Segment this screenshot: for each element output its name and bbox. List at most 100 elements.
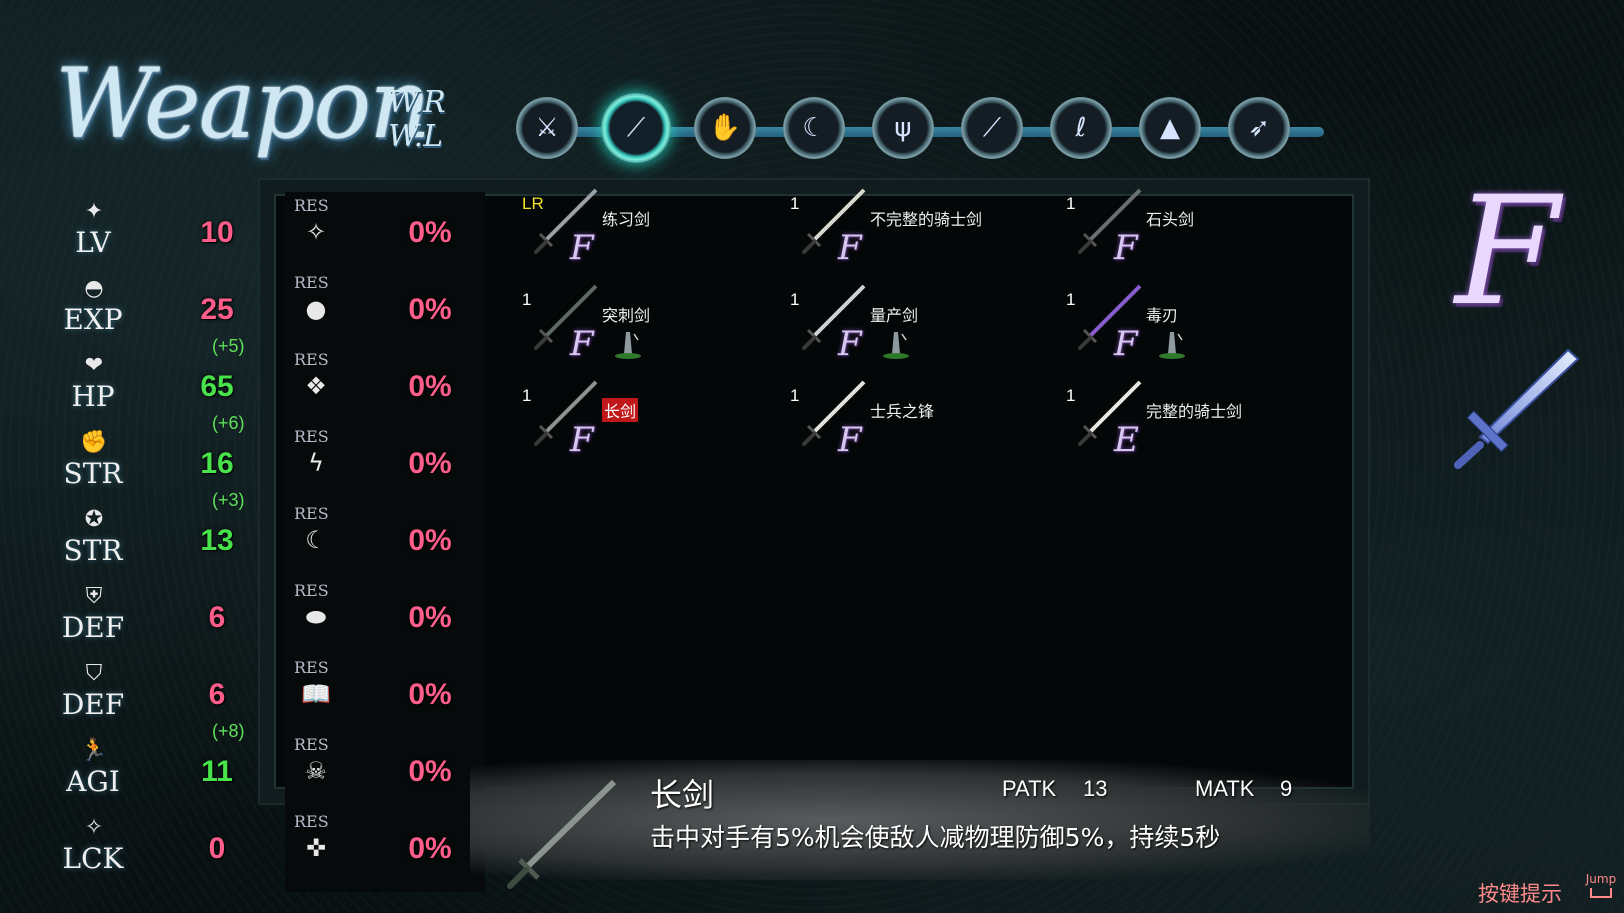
res-label: RES (294, 504, 329, 523)
res-label: RES (294, 196, 329, 215)
rock-icon: ⬬ (305, 603, 327, 631)
weapon-item[interactable]: 1 不完整的骑士剑 F (790, 188, 1050, 276)
jump-key-label: Jump (1585, 872, 1617, 886)
stat-row-agi: 🏃 AGI 11 (+8) RES ☠ 0% (52, 721, 472, 814)
tab-scythe[interactable]: ☾ (783, 97, 845, 159)
crossed-swords-icon: ⚔ (535, 113, 559, 143)
shield-icon: ⛉ (85, 661, 103, 686)
res-label: RES (294, 350, 329, 369)
weapon-name: 量产剑 (870, 306, 919, 325)
res-value: 0% (408, 370, 452, 403)
weapon-item[interactable]: 1 士兵之锋 F (790, 380, 1050, 468)
res-label: RES (294, 658, 329, 677)
fist-icon: ✊ (80, 430, 108, 455)
heart-icon: ❤ (84, 353, 104, 378)
detail-weapon-name: 长剑 (650, 776, 715, 814)
hand-indicator: W.R W.L (388, 86, 446, 154)
res-value: 0% (408, 755, 452, 788)
stat-label: DEF (61, 611, 125, 644)
stat-row-hp: ❤ HP 65 (+5) RES ❖ 0% (52, 336, 472, 429)
res-value: 0% (408, 678, 452, 711)
tab-sword[interactable]: ⟋ (601, 93, 671, 163)
stat-row-lv: ✦ LV 10 RES ✧ 0% (52, 196, 472, 275)
tab-crossed-swords[interactable]: ⚔ (516, 97, 578, 159)
tab-boot[interactable]: ▲ (1139, 97, 1201, 159)
matk-label: MATK (1195, 776, 1255, 801)
tab-gauntlet[interactable]: ✋ (694, 97, 756, 159)
page-title: Weapon (55, 48, 431, 160)
weapon-name: 毒刃 (1146, 306, 1179, 325)
stat-bonus: (+6) (212, 413, 245, 433)
stat-label: STR (63, 534, 123, 567)
weapon-item[interactable]: 1 毒刃 F (1066, 284, 1326, 372)
stat-row-str: ✪ STR 13 (+3) RES ☾ 0% (52, 490, 472, 583)
hand-right-label: W.R (388, 85, 446, 120)
matk-value: 9 (1280, 776, 1293, 801)
weapon-name: 完整的骑士剑 (1146, 402, 1243, 421)
stat-row-lck: ✧ LCK 0 RES ✜ 0% (52, 812, 472, 891)
key-outline (1590, 888, 1612, 898)
weapon-item[interactable]: LR 练习剑 F (522, 188, 782, 276)
weapon-rank: F (570, 228, 594, 268)
star-blade-icon: ✦ (84, 199, 104, 224)
bow-icon: ➶ (1248, 113, 1270, 143)
tab-bow[interactable]: ➶ (1228, 97, 1290, 159)
weapon-rank: F (570, 324, 594, 364)
stat-value: 13 (200, 524, 234, 557)
boot-icon: ▲ (1160, 113, 1180, 143)
res-label: RES (294, 812, 329, 831)
res-value: 0% (408, 601, 452, 634)
stat-value: 25 (200, 293, 234, 326)
book-icon: 📖 (301, 680, 331, 708)
weapon-item[interactable]: 1 完整的骑士剑 E (1066, 380, 1326, 468)
stat-label: HP (71, 380, 115, 413)
sparkle-icon: ✧ (84, 815, 104, 840)
weapon-item[interactable]: 1 量产剑 F (790, 284, 1050, 372)
tab-claws[interactable]: ψ (872, 97, 934, 159)
res-label: RES (294, 427, 329, 446)
detail-description: 击中对手有5%机会使敌人减物理防御5%，持续5秒 (650, 823, 1221, 852)
blade-wing-icon: ✧ (305, 218, 327, 246)
res-value: 0% (408, 293, 452, 326)
leaf-orb-icon: ◓ (84, 276, 104, 301)
tab-whip[interactable]: ℓ (1050, 97, 1112, 159)
stat-label: STR (63, 457, 123, 490)
weapon-rank: F (570, 420, 594, 460)
stat-value: 65 (200, 370, 234, 403)
stat-bonus: (+5) (212, 336, 245, 356)
stat-row-def: ⛉ DEF 6 RES 📖 0% (52, 658, 472, 737)
stat-row-exp: ◓ EXP 25 RES ● 0% (52, 273, 472, 352)
weapon-item[interactable]: 1 石头剑 F (1066, 188, 1326, 276)
crescent-icon: ☾ (305, 526, 327, 554)
weapon-name: 不完整的骑士剑 (870, 210, 983, 229)
stat-label: AGI (66, 765, 120, 798)
stat-label: EXP (63, 303, 123, 336)
weapon-rank: F (838, 420, 862, 460)
weapon-name: 石头剑 (1146, 210, 1195, 229)
selected-weapon-preview (1454, 348, 1580, 469)
stat-label: DEF (61, 688, 125, 721)
detail-weapon-sprite (507, 779, 617, 889)
obelisk-icon (615, 332, 641, 359)
weapon-name: 突刺剑 (602, 306, 651, 325)
res-value: 0% (408, 216, 452, 249)
tab-spear[interactable]: ⟋ (961, 97, 1023, 159)
scythe-icon: ☾ (802, 113, 826, 143)
weapon-item[interactable]: 1 突刺剑 F (522, 284, 782, 372)
whip-icon: ℓ (1075, 113, 1087, 143)
fire-orb-icon: ● (305, 295, 327, 323)
patk-label: PATK (1002, 776, 1057, 801)
res-label: RES (294, 581, 329, 600)
patk-value: 13 (1083, 776, 1108, 801)
spear-icon: ⟋ (982, 112, 1002, 143)
weapon-item[interactable]: 1 长剑 F (522, 380, 782, 468)
stat-value: 16 (200, 447, 234, 480)
stat-label: LCK (62, 842, 124, 875)
stat-value: 6 (208, 601, 226, 634)
stat-bonus: (+8) (212, 721, 245, 741)
weapon-name: 长剑 (602, 398, 639, 422)
key-hint-button[interactable]: 按键提示 (1478, 878, 1562, 908)
stat-row-def: ⛨ DEF 6 RES ⬬ 0% (52, 581, 472, 660)
running-icon: 🏃 (80, 738, 108, 763)
stat-row-str: ✊ STR 16 (+6) RES ϟ 0% (52, 413, 472, 506)
